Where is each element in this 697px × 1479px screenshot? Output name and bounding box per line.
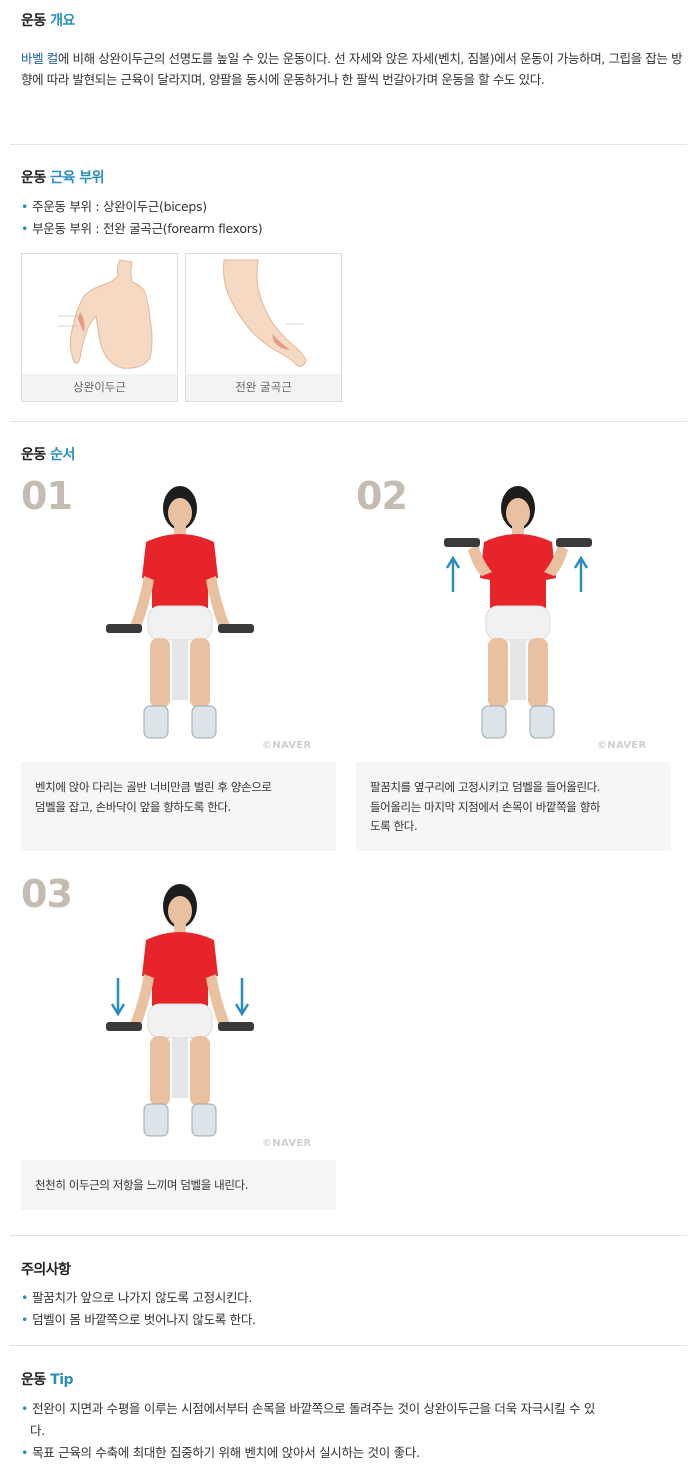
tip-item: • 목표 근육의 수축에 최대한 집중하기 위해 벤치에 앉아서 실시하는 것이 … <box>21 1442 420 1461</box>
forearm-anatomy-image <box>223 259 307 367</box>
naver-watermark: ©NAVER <box>597 740 647 751</box>
primary-muscle-text: 주운동 부위 : 상완이두근(biceps) <box>32 199 207 214</box>
step-3-figure <box>106 884 254 1137</box>
muscles-title-prefix: 운동 <box>21 170 51 186</box>
caution-item-text: 덤벨이 몸 바깥쪽으로 벗어나지 않도록 한다. <box>32 1312 256 1327</box>
step-3-line-1: 천천히 이두근의 저항을 느끼며 덤벨을 내린다. <box>35 1178 248 1192</box>
muscle-caption: 전완 굴곡근 <box>186 374 341 401</box>
muscles-title-highlight: 근육 부위 <box>50 170 105 186</box>
bullet-dot-icon: • <box>21 1445 29 1460</box>
step-3-description: 천천히 이두근의 저항을 느끼며 덤벨을 내린다. <box>21 1160 336 1210</box>
divider <box>10 1345 687 1346</box>
muscle-caption: 상완이두근 <box>22 374 177 401</box>
step-2-figure <box>444 486 592 739</box>
tip-item-text: 다. <box>30 1423 45 1438</box>
caution-title: 주의사항 <box>21 1262 71 1278</box>
step-2-line-1: 팔꿈치를 옆구리에 고정시키고 덤벨을 들어올린다. <box>370 780 601 794</box>
bullet-dot-icon: • <box>21 1401 29 1416</box>
overview-title-prefix: 운동 <box>21 13 51 29</box>
divider <box>10 1235 687 1236</box>
tip-title-highlight: Tip <box>50 1372 74 1388</box>
steps-title-highlight: 순서 <box>50 447 75 463</box>
secondary-muscle: • 부운동 부위 : 전완 굴곡근(forearm flexors) <box>21 218 263 237</box>
tip-item-continued: 다. <box>30 1420 45 1439</box>
tip-item-text: 목표 근육의 수축에 최대한 집중하기 위해 벤치에 앉아서 실시하는 것이 좋… <box>32 1445 420 1460</box>
tip-title-prefix: 운동 <box>21 1372 51 1388</box>
muscles-title: 운동 근육 부위 <box>21 167 105 187</box>
caution-item: • 팔꿈치가 앞으로 나가지 않도록 고정시킨다. <box>21 1287 252 1306</box>
overview-body: 에 비해 상완이두근의 선명도를 높일 수 있는 운동이다. 선 자세와 앉은 … <box>21 51 683 87</box>
overview-title-highlight: 개요 <box>50 13 75 29</box>
bullet-dot-icon: • <box>21 1312 29 1327</box>
step-1-description: 벤치에 앉아 다리는 골반 너비만큼 벌린 후 양손으로 덤벨을 잡고, 손바닥… <box>21 762 336 851</box>
step-2-line-2: 들어올리는 마지막 지점에서 손목이 바깥쪽을 향하 <box>370 799 601 814</box>
naver-watermark: ©NAVER <box>262 740 312 751</box>
steps-title: 운동 순서 <box>21 444 75 464</box>
muscle-card-forearm-flexors[interactable]: 전완 굴곡근 <box>185 253 342 402</box>
divider <box>10 144 687 145</box>
caution-item-text: 팔꿈치가 앞으로 나가지 않도록 고정시킨다. <box>32 1290 253 1305</box>
step-number: 02 <box>356 474 408 518</box>
caution-item: • 덤벨이 몸 바깥쪽으로 벗어나지 않도록 한다. <box>21 1309 256 1328</box>
secondary-muscle-text: 부운동 부위 : 전완 굴곡근(forearm flexors) <box>32 221 263 236</box>
barbell-curl-link[interactable]: 바벨 컬 <box>21 51 58 66</box>
muscle-card-biceps[interactable]: 상완이두근 <box>21 253 178 402</box>
primary-muscle: • 주운동 부위 : 상완이두근(biceps) <box>21 196 207 215</box>
overview-title: 운동 개요 <box>21 10 75 30</box>
tip-item: • 전완이 지면과 수평을 이루는 시점에서부터 손목을 바깥쪽으로 돌려주는 것… <box>21 1398 595 1417</box>
bullet-dot-icon: • <box>21 221 29 236</box>
divider <box>10 421 687 422</box>
overview-text: 바벨 컬에 비해 상완이두근의 선명도를 높일 수 있는 운동이다. 선 자세와… <box>21 48 683 90</box>
steps-title-prefix: 운동 <box>21 447 51 463</box>
step-1-line-2: 덤벨을 잡고, 손바닥이 앞을 향하도록 한다. <box>35 799 231 814</box>
biceps-anatomy-image <box>58 259 153 369</box>
step-number: 01 <box>21 474 73 518</box>
bullet-dot-icon: • <box>21 1290 29 1305</box>
step-1-figure <box>106 486 254 739</box>
naver-watermark: ©NAVER <box>262 1138 312 1149</box>
step-2-line-3: 도록 한다. <box>370 819 418 833</box>
tip-item-text: 전완이 지면과 수평을 이루는 시점에서부터 손목을 바깥쪽으로 돌려주는 것이… <box>32 1401 596 1416</box>
step-2-description: 팔꿈치를 옆구리에 고정시키고 덤벨을 들어올린다. 들어올리는 마지막 지점에… <box>356 762 671 851</box>
bullet-dot-icon: • <box>21 199 29 214</box>
tip-title: 운동 Tip <box>21 1369 74 1389</box>
step-1-line-1: 벤치에 앉아 다리는 골반 너비만큼 벌린 후 양손으로 <box>35 780 272 794</box>
step-number: 03 <box>21 872 73 916</box>
